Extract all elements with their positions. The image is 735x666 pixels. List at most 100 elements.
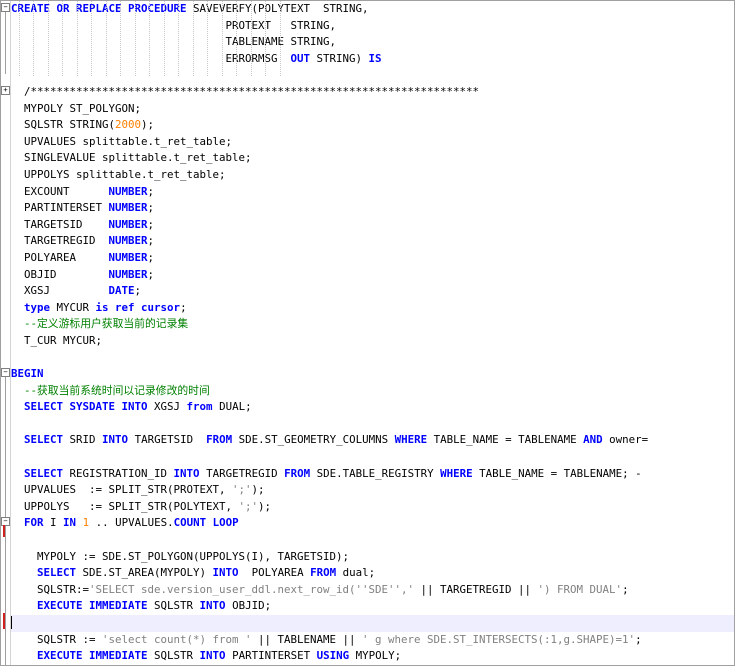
code-token: T_CUR MYCUR; [11,333,103,347]
code-line[interactable] [11,349,734,366]
code-token: NUMBER [108,267,148,281]
code-token: FROM [310,566,337,580]
editor-gutter: − + − − [1,1,11,665]
code-token: ' g where SDE.ST_INTERSECTS(:1,g.SHAPE)=… [362,632,636,646]
code-line[interactable]: TABLENAME STRING, [11,34,734,51]
code-line[interactable] [11,449,734,466]
fold-collapse-icon[interactable]: − [1,3,10,12]
code-line[interactable]: SELECT SRID INTO TARGETSID FROM SDE.ST_G… [11,432,734,449]
code-line[interactable]: FOR I IN 1 .. UPVALUES.COUNT LOOP [11,515,734,532]
code-line[interactable]: EXCOUNT NUMBER; [11,184,734,201]
code-line[interactable]: SELECT REGISTRATION_ID INTO TARGETREGID … [11,466,734,483]
code-line[interactable] [11,614,734,632]
code-line[interactable]: OBJID NUMBER; [11,267,734,284]
code-line[interactable]: PROTEXT STRING, [11,18,734,35]
code-token: SAVEVERFY(POLYTEXT STRING, [186,2,369,15]
code-token: UPPOLYS := SPLIT_STR(POLYTEXT, [11,499,239,513]
code-token: STRING) [310,51,369,65]
code-line[interactable]: SELECT SYSDATE INTO XGSJ from DUAL; [11,399,734,416]
code-line[interactable]: SQLSTR:='SELECT sde.version_user_ddl.nex… [11,582,734,599]
code-token: SQLSTR:= [11,582,90,596]
code-token: NUMBER [108,201,148,215]
code-line[interactable]: XGSJ DATE; [11,283,734,300]
code-line[interactable]: CREATE OR REPLACE PROCEDURE SAVEVERFY(PO… [11,1,734,18]
code-line[interactable]: EXECUTE IMMEDIATE SQLSTR INTO PARTINTERS… [11,648,734,665]
text-caret [11,616,12,630]
code-token: SQLSTR STRING( [11,118,116,132]
code-token: WHERE [394,433,428,447]
code-token: --获取当前系统时间以记录修改的时间 [11,383,210,397]
code-area[interactable]: CREATE OR REPLACE PROCEDURE SAVEVERFY(PO… [11,1,734,665]
code-line[interactable]: type MYCUR is ref cursor; [11,300,734,317]
code-token: SRID [63,433,103,447]
code-line[interactable]: UPPOLYS splittable.t_ret_table; [11,167,734,184]
code-token: UPPOLYS splittable.t_ret_table; [11,167,226,181]
code-line[interactable]: UPVALUES splittable.t_ret_table; [11,134,734,151]
code-line[interactable]: MYPOLY := SDE.ST_POLYGON(UPPOLYS(I), TAR… [11,549,734,566]
code-line[interactable] [11,67,734,84]
code-editor[interactable]: − + − − CREATE OR REPLACE PROCEDURE SAVE… [0,0,735,666]
code-token: ; [134,284,142,298]
code-line[interactable]: SQLSTR := 'select count(*) from ' || TAB… [11,632,734,649]
code-token: TARGETREGID [11,234,109,248]
code-token: owner= [602,433,649,447]
code-line[interactable]: SELECT SDE.ST_AREA(MYPOLY) INTO POLYAREA… [11,565,734,582]
code-token: INTO [102,433,129,447]
code-token: NUMBER [108,250,148,264]
code-token: XGSJ [11,284,109,298]
code-token: ';' [232,483,252,497]
code-token: FROM [206,433,233,447]
code-line[interactable]: SQLSTR STRING(2000); [11,117,734,134]
code-token: MYCUR [50,300,96,314]
code-token: NUMBER [108,217,148,231]
code-line[interactable]: T_CUR MYCUR; [11,333,734,350]
code-token: ); [258,499,272,513]
code-token: 'select count(*) from ' [102,632,252,646]
code-token: ERRORMSG [11,51,291,65]
code-token: SDE.ST_AREA(MYPOLY) [76,566,213,580]
code-token: UPVALUES splittable.t_ret_table; [11,134,233,148]
change-marker [3,525,5,537]
code-token: TABLE_NAME = TABLENAME [427,433,584,447]
code-token: REGISTRATION_ID [63,466,174,480]
code-line[interactable] [11,532,734,549]
code-token: EXECUTE IMMEDIATE [37,599,148,613]
code-line[interactable]: TARGETREGID NUMBER; [11,233,734,250]
code-line[interactable]: EXECUTE IMMEDIATE SQLSTR INTO OBJID; [11,598,734,615]
code-line[interactable]: TARGETSID NUMBER; [11,217,734,234]
code-line[interactable]: /***************************************… [11,84,734,101]
code-line[interactable]: ERRORMSG OUT STRING) IS [11,51,734,68]
code-token: MYPOLY; [349,649,402,663]
code-token: ); [141,118,155,132]
code-token: TARGETREGID [199,466,285,480]
code-line[interactable]: SINGLEVALUE splittable.t_ret_table; [11,150,734,167]
code-line[interactable]: UPVALUES := SPLIT_STR(PROTEXT, ';'); [11,482,734,499]
code-token: TABLE_NAME = TABLENAME; - [472,466,642,480]
code-token: TARGETSID [11,217,109,231]
code-token: AND [583,433,603,447]
code-line[interactable]: --获取当前系统时间以记录修改的时间 [11,383,734,400]
code-token: ; [147,217,155,231]
fold-collapse-icon[interactable]: − [1,368,10,377]
code-token: SELECT [24,466,64,480]
code-token: ; [147,234,155,248]
code-line[interactable]: POLYAREA NUMBER; [11,250,734,267]
code-line[interactable]: UPPOLYS := SPLIT_STR(POLYTEXT, ';'); [11,499,734,516]
code-line[interactable]: --定义游标用户获取当前的记录集 [11,316,734,333]
code-line[interactable]: PARTINTERSET NUMBER; [11,200,734,217]
code-token: MYPOLY := SDE.ST_POLYGON(UPPOLYS(I), TAR… [11,549,350,563]
code-token: dual; [336,566,376,580]
code-line[interactable]: MYPOLY ST_POLYGON; [11,101,734,118]
code-line[interactable]: BEGIN [11,366,734,383]
code-token: UPVALUES := SPLIT_STR(PROTEXT, [11,483,233,497]
code-token: PROTEXT STRING, [11,18,337,32]
code-line[interactable] [11,416,734,433]
fold-collapse-icon[interactable]: + [1,86,10,95]
code-token: SELECT SYSDATE INTO [24,400,148,414]
code-token: IN [63,516,77,530]
